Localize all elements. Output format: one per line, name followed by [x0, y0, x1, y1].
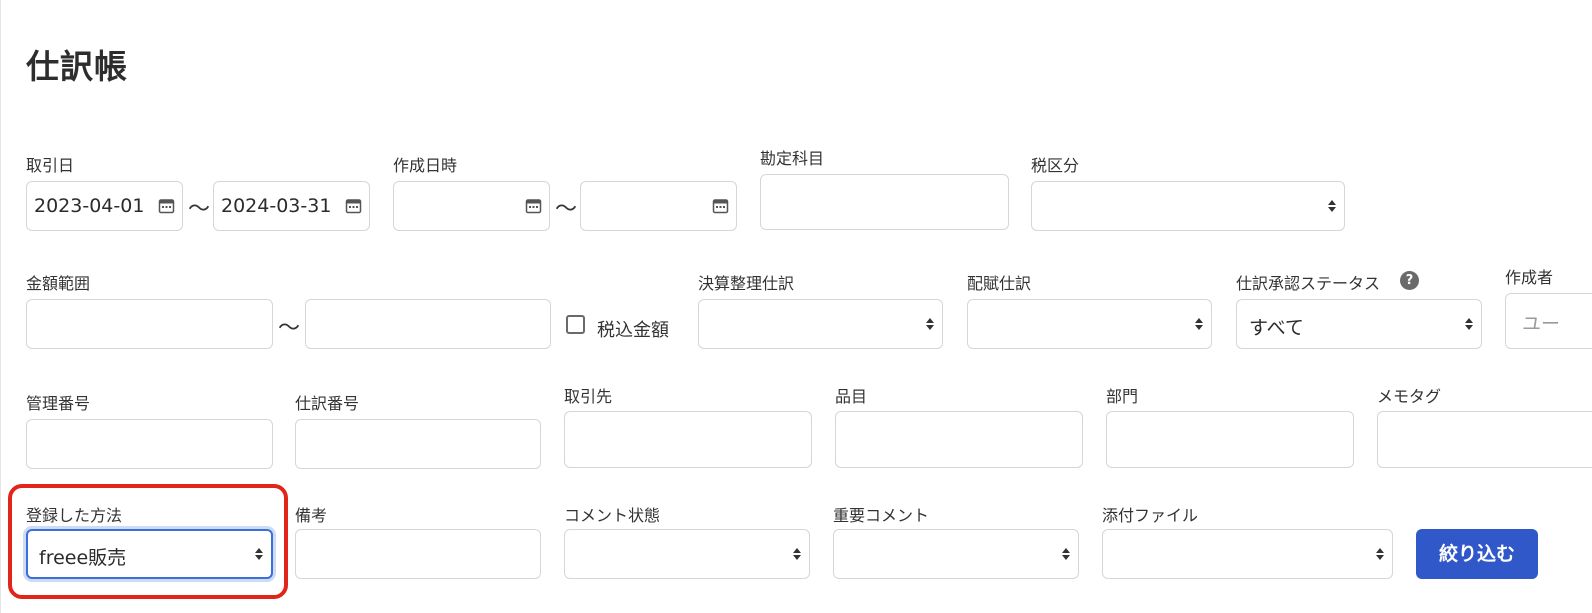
select-arrows-icon — [1328, 200, 1336, 212]
select-arrows-icon — [1062, 548, 1070, 560]
select-arrows-icon — [1195, 318, 1203, 330]
amount-range-label: 金額範囲 — [26, 274, 91, 293]
calendar-icon[interactable] — [712, 197, 729, 214]
comment-status-label: コメント状態 — [564, 506, 661, 525]
approval-status-value: すべて — [1249, 317, 1304, 339]
select-arrows-icon — [1376, 548, 1384, 560]
allocation-label: 配賦仕訳 — [967, 274, 1032, 293]
date-range-separator: 〜 — [555, 197, 578, 222]
tax-included-checkbox[interactable] — [566, 315, 585, 334]
section-label: 部門 — [1106, 387, 1139, 406]
tax-category-label: 税区分 — [1031, 156, 1080, 175]
select-arrows-icon — [793, 548, 801, 560]
calendar-icon[interactable] — [158, 197, 175, 214]
memo-tag-label: メモタグ — [1377, 387, 1442, 406]
allocation-select[interactable] — [967, 299, 1212, 349]
registration-method-label: 登録した方法 — [26, 506, 123, 525]
page-edge-divider — [0, 0, 1, 613]
remarks-input[interactable] — [295, 529, 541, 579]
transaction-date-to-value: 2024-03-31 — [221, 195, 332, 217]
select-arrows-icon — [926, 318, 934, 330]
memo-tag-input[interactable] — [1377, 411, 1592, 468]
comment-status-select[interactable] — [564, 529, 810, 579]
created-at-from-input[interactable] — [393, 181, 550, 231]
transaction-date-from-value: 2023-04-01 — [34, 195, 145, 217]
help-icon[interactable]: ? — [1400, 271, 1419, 290]
transaction-date-to-input[interactable]: 2024-03-31 — [213, 181, 370, 231]
select-arrows-icon — [255, 548, 263, 560]
important-comment-select[interactable] — [833, 529, 1079, 579]
section-input[interactable] — [1106, 411, 1354, 468]
partner-label: 取引先 — [564, 387, 613, 406]
closing-adjustment-label: 決算整理仕訳 — [698, 274, 795, 293]
date-range-separator: 〜 — [188, 197, 211, 222]
management-number-input[interactable] — [26, 419, 273, 469]
creator-label: 作成者 — [1505, 268, 1554, 287]
journal-number-input[interactable] — [295, 419, 541, 469]
attachment-label: 添付ファイル — [1102, 506, 1199, 525]
item-input[interactable] — [835, 411, 1083, 468]
select-arrows-icon — [1465, 318, 1473, 330]
page-title: 仕訳帳 — [26, 47, 128, 86]
created-at-to-input[interactable] — [580, 181, 737, 231]
item-label: 品目 — [835, 387, 868, 406]
approval-status-select[interactable]: すべて — [1236, 299, 1482, 349]
amount-from-input[interactable] — [26, 299, 273, 349]
management-number-label: 管理番号 — [26, 394, 91, 413]
amount-range-separator: 〜 — [278, 316, 301, 341]
calendar-icon[interactable] — [345, 197, 362, 214]
journal-number-label: 仕訳番号 — [295, 394, 360, 413]
account-item-input[interactable] — [760, 174, 1009, 230]
amount-to-input[interactable] — [305, 299, 551, 349]
created-at-label: 作成日時 — [393, 156, 458, 175]
transaction-date-label: 取引日 — [26, 156, 75, 175]
creator-placeholder: ユー — [1522, 313, 1561, 335]
tax-included-label: 税込金額 — [597, 320, 669, 341]
filter-button[interactable]: 絞り込む — [1416, 529, 1538, 579]
approval-status-label: 仕訳承認ステータス — [1236, 274, 1381, 293]
calendar-icon[interactable] — [525, 197, 542, 214]
account-item-label: 勘定科目 — [760, 149, 825, 168]
remarks-label: 備考 — [295, 506, 328, 525]
registration-method-select[interactable]: freee販売 — [26, 529, 273, 579]
important-comment-label: 重要コメント — [833, 506, 930, 525]
registration-method-value: freee販売 — [39, 547, 127, 569]
transaction-date-from-input[interactable]: 2023-04-01 — [26, 181, 183, 231]
closing-adjustment-select[interactable] — [698, 299, 943, 349]
attachment-select[interactable] — [1102, 529, 1393, 579]
creator-input[interactable]: ユー — [1505, 293, 1592, 349]
partner-input[interactable] — [564, 411, 812, 468]
tax-category-select[interactable] — [1031, 181, 1345, 231]
